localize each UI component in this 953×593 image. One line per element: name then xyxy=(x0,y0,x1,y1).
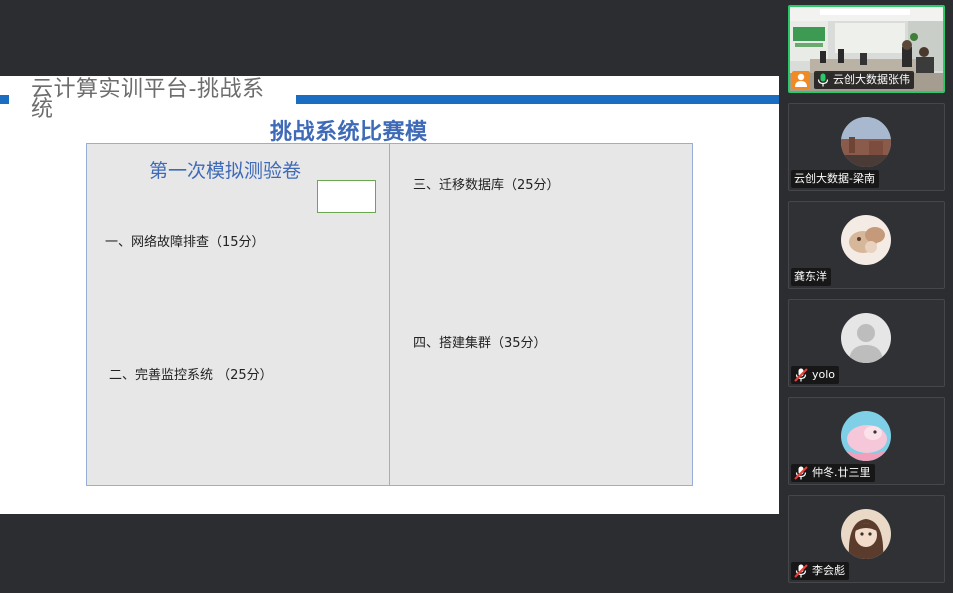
participant-tile[interactable]: 云创大数据张伟 xyxy=(788,5,945,93)
avatar xyxy=(841,509,891,559)
default-avatar-icon xyxy=(841,313,891,363)
person-icon xyxy=(795,73,807,87)
exam-item-4: 四、搭建集群（35分） xyxy=(413,336,547,351)
column-divider xyxy=(389,144,390,485)
participant-name: 龚东洋 xyxy=(794,270,827,283)
participant-name: yolo xyxy=(812,368,836,381)
avatar xyxy=(841,411,891,461)
slide-header-title: 云计算实训平台-挑战系统 xyxy=(31,77,265,122)
slide-subtitle: 挑战系统比赛模 xyxy=(270,120,428,145)
participant-tile[interactable]: 仲冬.廿三里 xyxy=(788,397,945,485)
microphone-icon xyxy=(817,73,829,87)
presentation-slide: 云计算实训平台-挑战系统 挑战系统比赛模 第一次模拟测验卷 一、网络故障排查（1… xyxy=(0,76,779,514)
participant-name: 云创大数据张伟 xyxy=(833,73,910,86)
shared-screen-area: 云计算实训平台-挑战系统 挑战系统比赛模 第一次模拟测验卷 一、网络故障排查（1… xyxy=(0,0,779,593)
avatar xyxy=(841,117,891,167)
exam-item-2: 二、完善监控系统 （25分） xyxy=(109,368,273,383)
host-badge xyxy=(792,71,810,89)
participant-name-tag: 李会彪 xyxy=(791,562,849,580)
microphone-muted-icon xyxy=(794,368,808,382)
participant-panel: 云创大数据张伟 云创大数据-梁南 龚东洋 yolo 仲冬.廿三里 李会彪 xyxy=(779,0,953,593)
participant-name: 李会彪 xyxy=(812,564,845,577)
participant-name-tag: 仲冬.廿三里 xyxy=(791,464,875,482)
participant-tile[interactable]: yolo xyxy=(788,299,945,387)
participant-name-tag: 云创大数据-梁南 xyxy=(791,170,879,188)
participant-name: 仲冬.廿三里 xyxy=(812,466,871,479)
participant-tile[interactable]: 云创大数据-梁南 xyxy=(788,103,945,191)
blank-textbox xyxy=(317,180,376,213)
header-accent-bar-right xyxy=(296,95,779,104)
avatar xyxy=(841,215,891,265)
exam-title: 第一次模拟测验卷 xyxy=(149,160,302,182)
participant-name-tag: 云创大数据张伟 xyxy=(814,71,914,89)
header-accent-bar-left xyxy=(0,95,9,104)
participant-name: 云创大数据-梁南 xyxy=(794,172,875,185)
exam-item-1: 一、网络故障排查（15分） xyxy=(105,235,265,250)
participant-name-tag: yolo xyxy=(791,366,840,384)
participant-name-tag: 龚东洋 xyxy=(791,268,831,286)
exam-item-3: 三、迁移数据库（25分） xyxy=(413,178,560,193)
microphone-muted-icon xyxy=(794,564,808,578)
participant-tile[interactable]: 李会彪 xyxy=(788,495,945,583)
participant-tile[interactable]: 龚东洋 xyxy=(788,201,945,289)
microphone-muted-icon xyxy=(794,466,808,480)
exam-table: 第一次模拟测验卷 一、网络故障排查（15分） 二、完善监控系统 （25分） 三、… xyxy=(86,143,693,486)
